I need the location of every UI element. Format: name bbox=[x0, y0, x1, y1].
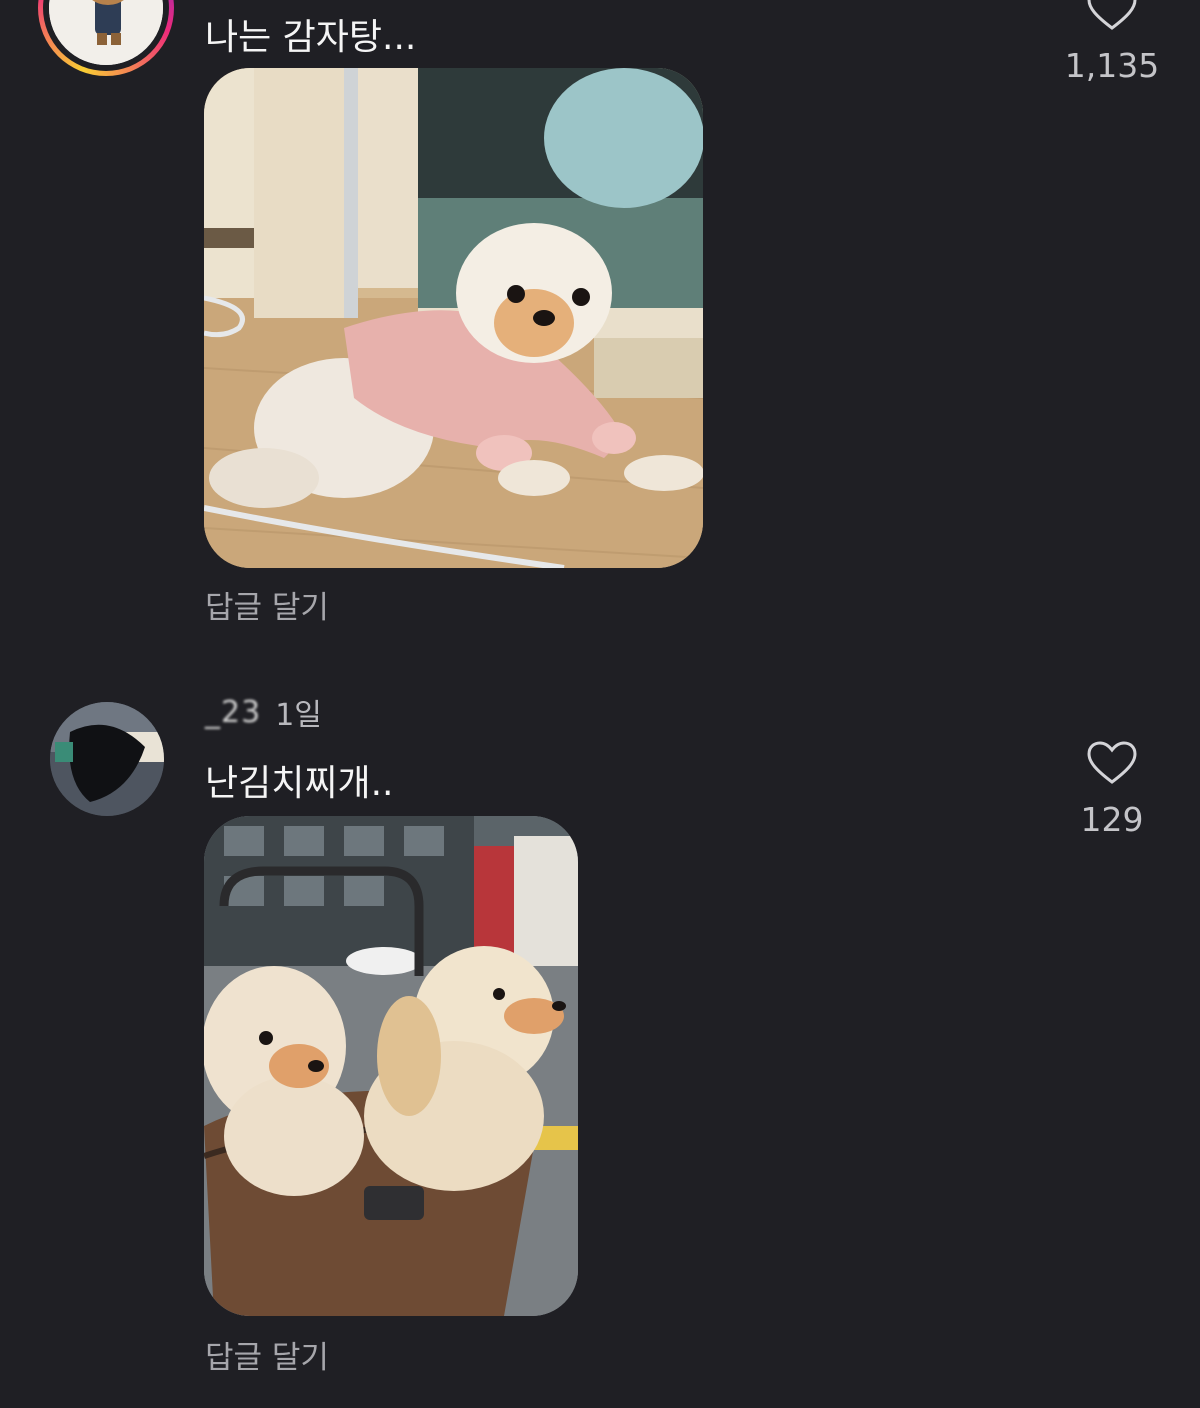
comment-item: _23 1일 난김치찌개.. 답글 달기 129 bbox=[0, 690, 1200, 1408]
avatar[interactable] bbox=[38, 0, 174, 76]
like-block: 1,135 bbox=[1042, 0, 1182, 85]
comment-text: 나는 감자탕... bbox=[205, 17, 417, 58]
heart-icon[interactable] bbox=[1086, 0, 1138, 32]
username[interactable]: _23 bbox=[205, 695, 261, 730]
comment-photo[interactable] bbox=[204, 68, 703, 568]
comment-text: 난김치찌개.. bbox=[205, 763, 394, 804]
like-count: 129 bbox=[1080, 800, 1144, 839]
heart-icon[interactable] bbox=[1086, 740, 1138, 786]
like-count: 1,135 bbox=[1064, 46, 1160, 85]
comment-photo[interactable] bbox=[204, 816, 578, 1316]
comment-time: 1일 bbox=[275, 698, 322, 733]
like-block: 129 bbox=[1042, 740, 1182, 839]
comment-header: _23 1일 bbox=[205, 690, 322, 734]
comment-item: 나는 감자탕... 답글 달기 1,135 bbox=[0, 0, 1200, 640]
avatar[interactable] bbox=[50, 702, 164, 816]
reply-button[interactable]: 답글 달기 bbox=[205, 582, 329, 627]
reply-button[interactable]: 답글 달기 bbox=[205, 1332, 329, 1377]
